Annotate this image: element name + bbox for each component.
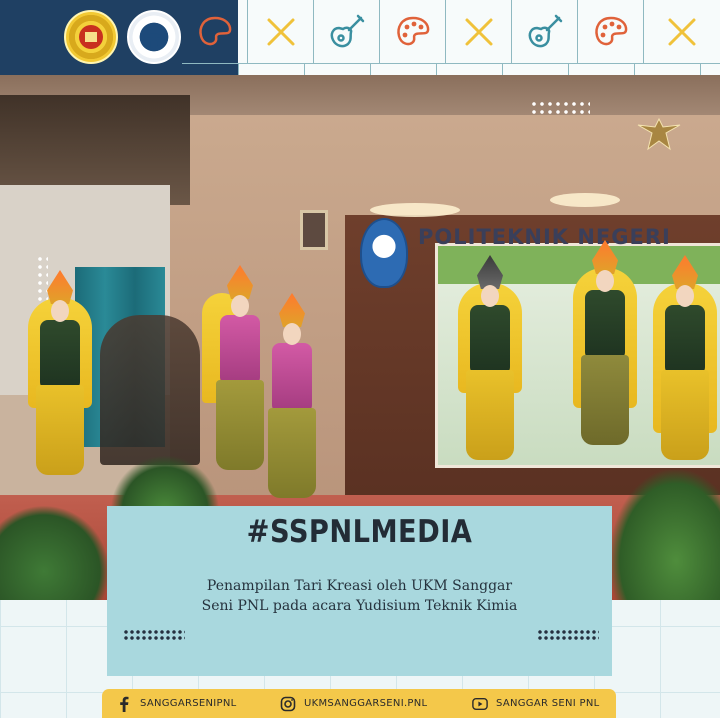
social-footer: SANGGARSENIPNL UKMSANGGARSENI.PNL SANGGA… [102, 689, 616, 718]
guitar-icon [314, 0, 380, 64]
tut-wuri-emblem-icon [360, 218, 408, 288]
instagram-handle: UKMSANGGARSENI.PNL [304, 698, 428, 709]
hashtag-title: #SSPNLMEDIA [246, 514, 473, 550]
strip-divider [238, 64, 720, 75]
caption-line: Seni PNL pada acara Yudisium Teknik Kimi… [201, 598, 518, 614]
caption-text: Penampilan Tari Kreasi oleh UKM Sanggar … [107, 576, 612, 616]
cross-icon [644, 0, 720, 64]
institution-seal-icon [64, 10, 118, 64]
guitar-icon [512, 0, 578, 64]
palette-icon [380, 0, 446, 64]
wall-portrait [300, 210, 328, 250]
palette-icon [182, 0, 248, 64]
youtube-icon [472, 696, 488, 712]
plants [0, 505, 110, 600]
instagram-link[interactable]: UKMSANGGARSENI.PNL [280, 689, 427, 718]
youtube-channel: SANGGAR SENI PNL [496, 698, 600, 709]
stage-light [370, 203, 460, 217]
dots-decoration [123, 629, 185, 641]
dancer [252, 293, 332, 503]
dancer [640, 255, 720, 495]
dots-decoration [530, 100, 590, 116]
ukm-emblem-icon [127, 10, 181, 64]
stage-light [550, 193, 620, 207]
dancer [440, 255, 540, 495]
instagram-icon [280, 696, 296, 712]
dots-decoration [537, 629, 599, 641]
caption-card: #SSPNLMEDIA Penampilan Tari Kreasi oleh … [107, 506, 612, 676]
facebook-link[interactable]: SANGGARSENIPNL [116, 689, 237, 718]
facebook-icon [116, 696, 132, 712]
palette-icon [578, 0, 644, 64]
audience [100, 315, 200, 465]
dancer [15, 270, 105, 500]
cross-icon [248, 0, 314, 64]
facebook-handle: SANGGARSENIPNL [140, 698, 237, 709]
youtube-link[interactable]: SANGGAR SENI PNL [472, 689, 599, 718]
plants [610, 470, 720, 600]
decorative-icon-strip [182, 0, 720, 75]
caption-line: Penampilan Tari Kreasi oleh UKM Sanggar [206, 578, 513, 594]
cross-icon [446, 0, 512, 64]
garuda-emblem-icon [637, 117, 681, 151]
